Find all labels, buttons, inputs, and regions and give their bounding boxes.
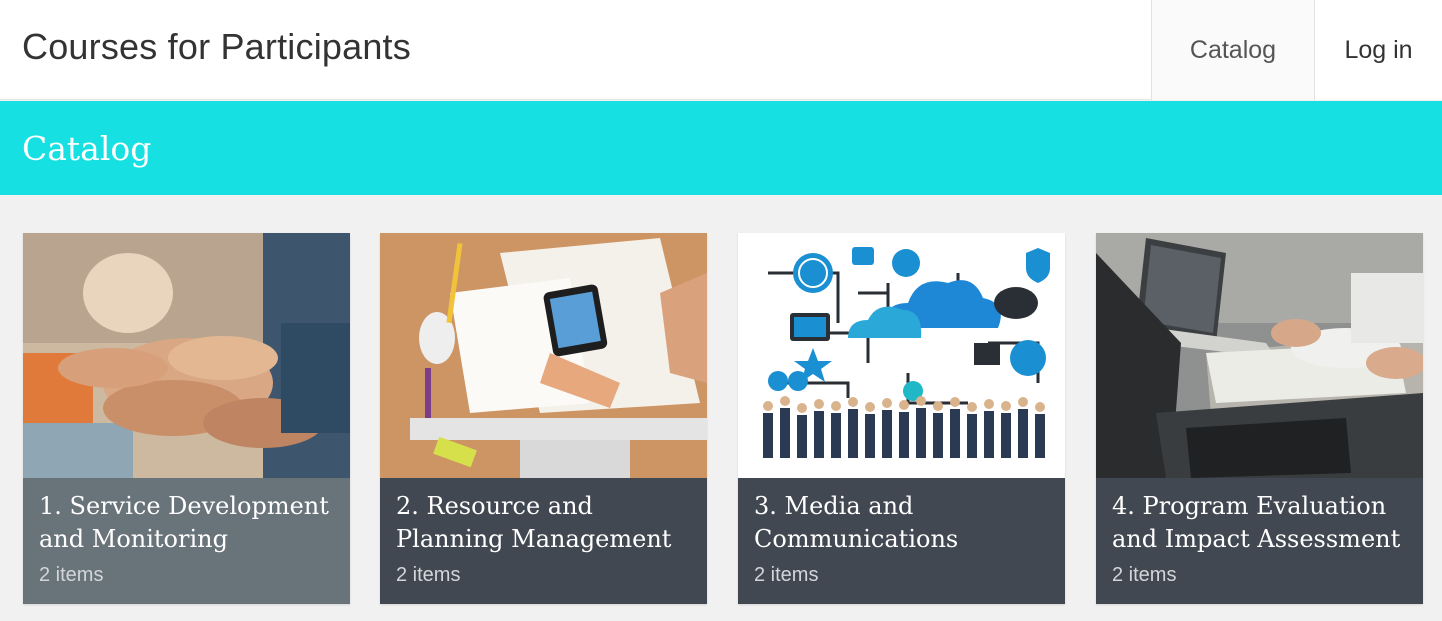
site-title[interactable]: Courses for Participants [22,26,411,68]
top-navbar: Courses for Participants Catalog Log in [0,0,1442,100]
course-title[interactable]: 2. Resource and Planning Management [396,490,691,556]
course-item-count: 2 items [754,564,819,586]
course-card-body: 4. Program Evaluation and Impact Assessm… [1096,478,1423,604]
page-title: Catalog [22,129,152,168]
course-image-laptop [1096,233,1423,478]
course-item-count: 2 items [1112,564,1177,586]
nav-catalog-link[interactable]: Catalog [1151,0,1314,100]
page-banner: Catalog [0,101,1442,195]
course-card[interactable]: 2. Resource and Planning Management 2 it… [380,233,707,604]
course-card-body: 1. Service Development and Monitoring 2 … [23,478,350,604]
course-item-count: 2 items [396,564,461,586]
course-image-network [738,233,1065,478]
nav-menu: Catalog Log in [1151,0,1442,100]
course-item-count: 2 items [39,564,104,586]
course-grid: 1. Service Development and Monitoring 2 … [23,233,1423,604]
course-title[interactable]: 3. Media and Communications [754,490,1049,556]
course-title[interactable]: 4. Program Evaluation and Impact Assessm… [1112,490,1407,556]
nav-login-link[interactable]: Log in [1314,0,1442,100]
course-card[interactable]: 4. Program Evaluation and Impact Assessm… [1096,233,1423,604]
course-image-hands [23,233,350,478]
course-card[interactable]: 1. Service Development and Monitoring 2 … [23,233,350,604]
course-card-body: 3. Media and Communications 2 items [738,478,1065,604]
course-card[interactable]: 3. Media and Communications 2 items [738,233,1065,604]
course-title[interactable]: 1. Service Development and Monitoring [39,490,334,556]
course-card-body: 2. Resource and Planning Management 2 it… [380,478,707,604]
course-image-desk [380,233,707,478]
